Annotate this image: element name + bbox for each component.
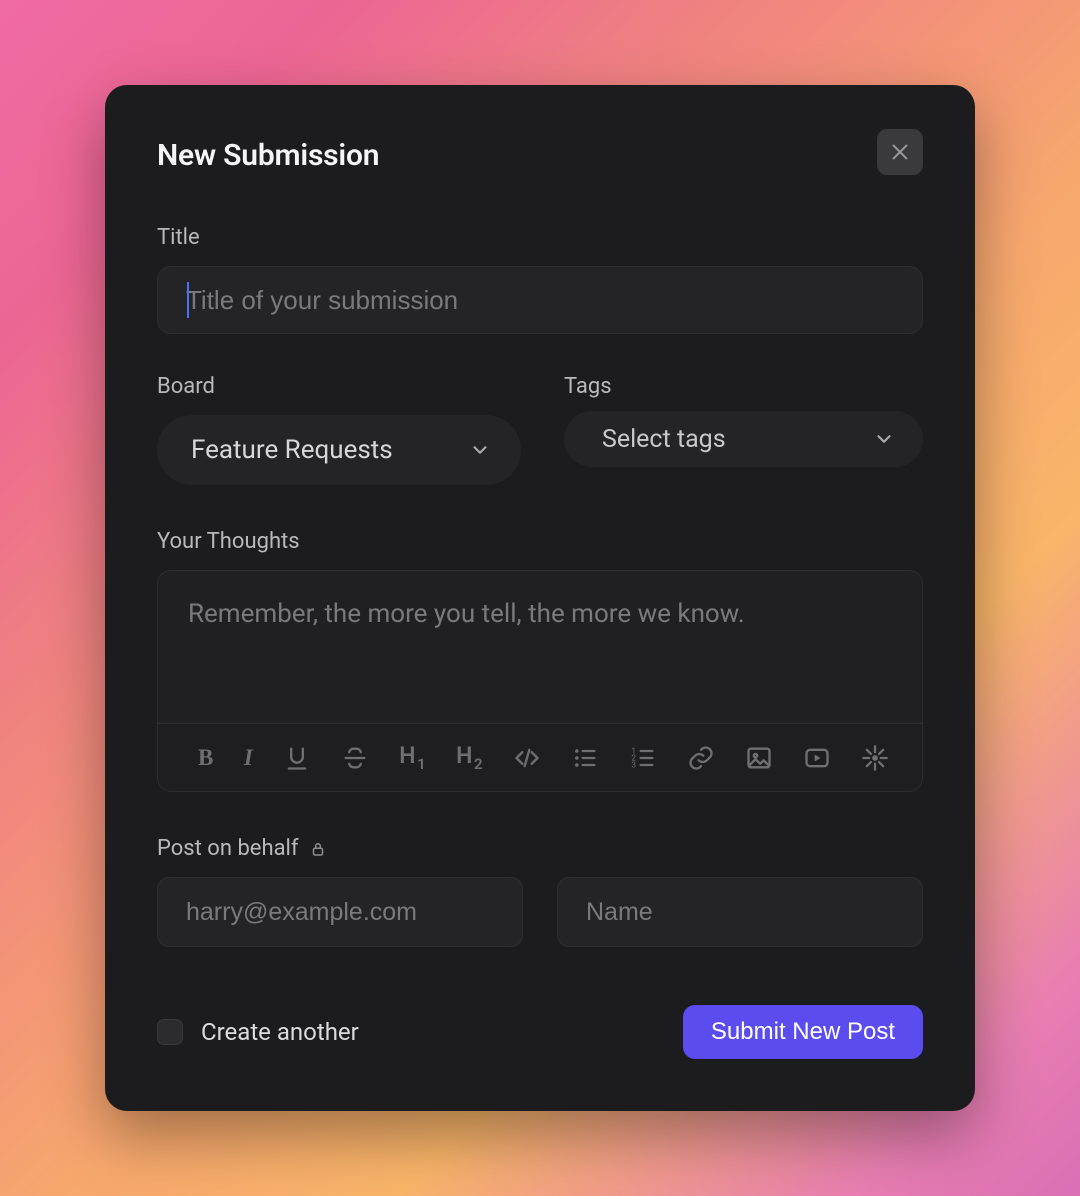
create-another-checkbox[interactable]: Create another bbox=[157, 1018, 359, 1046]
behalf-name-input[interactable] bbox=[557, 877, 923, 947]
modal-title: New Submission bbox=[157, 138, 379, 173]
bold-button[interactable]: B bbox=[198, 742, 214, 774]
title-input-wrap bbox=[157, 266, 923, 334]
behalf-section: Post on behalf bbox=[157, 836, 923, 947]
text-caret bbox=[187, 282, 189, 318]
board-select-value: Feature Requests bbox=[191, 435, 393, 465]
board-label: Board bbox=[157, 374, 516, 399]
tags-field: Tags Select tags bbox=[564, 374, 923, 485]
tags-select[interactable]: Select tags bbox=[564, 411, 923, 467]
thoughts-label: Your Thoughts bbox=[157, 529, 923, 554]
chevron-down-icon bbox=[469, 439, 491, 461]
create-another-label: Create another bbox=[201, 1018, 359, 1046]
underline-icon bbox=[283, 744, 311, 772]
checkbox-box bbox=[157, 1019, 183, 1045]
editor-toolbar: B I H1 H2 123 bbox=[158, 723, 922, 791]
behalf-email-input[interactable] bbox=[157, 877, 523, 947]
behalf-label: Post on behalf bbox=[157, 836, 923, 861]
h1-button[interactable]: H1 bbox=[399, 742, 426, 774]
new-submission-modal: New Submission Title Board Feature Reque… bbox=[105, 85, 975, 1111]
modal-header: New Submission bbox=[157, 135, 923, 175]
loom-button[interactable] bbox=[861, 742, 889, 774]
tags-select-placeholder: Select tags bbox=[602, 425, 726, 454]
video-button[interactable] bbox=[803, 742, 831, 774]
h2-button[interactable]: H2 bbox=[456, 742, 483, 774]
code-icon bbox=[513, 744, 541, 772]
code-button[interactable] bbox=[513, 742, 541, 774]
board-tags-row: Board Feature Requests Tags Select tags bbox=[157, 374, 923, 485]
numbered-list-icon: 123 bbox=[629, 744, 657, 772]
close-button[interactable] bbox=[877, 129, 923, 175]
image-button[interactable] bbox=[745, 742, 773, 774]
behalf-row bbox=[157, 877, 923, 947]
video-icon bbox=[803, 744, 831, 772]
title-label: Title bbox=[157, 225, 923, 250]
loom-icon bbox=[861, 744, 889, 772]
numbered-list-button[interactable]: 123 bbox=[629, 742, 657, 774]
bullet-list-icon bbox=[571, 744, 599, 772]
strikethrough-button[interactable] bbox=[341, 742, 369, 774]
svg-text:3: 3 bbox=[631, 759, 636, 769]
tags-label: Tags bbox=[564, 374, 923, 399]
board-field: Board Feature Requests bbox=[157, 374, 516, 485]
submit-button[interactable]: Submit New Post bbox=[683, 1005, 923, 1059]
board-select[interactable]: Feature Requests bbox=[157, 415, 521, 485]
thoughts-textarea[interactable]: Remember, the more you tell, the more we… bbox=[158, 571, 922, 723]
link-icon bbox=[687, 744, 715, 772]
modal-footer: Create another Submit New Post bbox=[157, 1005, 923, 1059]
title-input[interactable] bbox=[157, 266, 923, 334]
link-button[interactable] bbox=[687, 742, 715, 774]
italic-button[interactable]: I bbox=[244, 742, 253, 774]
close-icon bbox=[889, 141, 911, 163]
thoughts-field: Your Thoughts Remember, the more you tel… bbox=[157, 529, 923, 792]
title-field: Title bbox=[157, 225, 923, 334]
chevron-down-icon bbox=[873, 428, 895, 450]
thoughts-editor: Remember, the more you tell, the more we… bbox=[157, 570, 923, 792]
image-icon bbox=[745, 744, 773, 772]
strikethrough-icon bbox=[341, 744, 369, 772]
underline-button[interactable] bbox=[283, 742, 311, 774]
lock-icon bbox=[309, 840, 327, 858]
bullet-list-button[interactable] bbox=[571, 742, 599, 774]
